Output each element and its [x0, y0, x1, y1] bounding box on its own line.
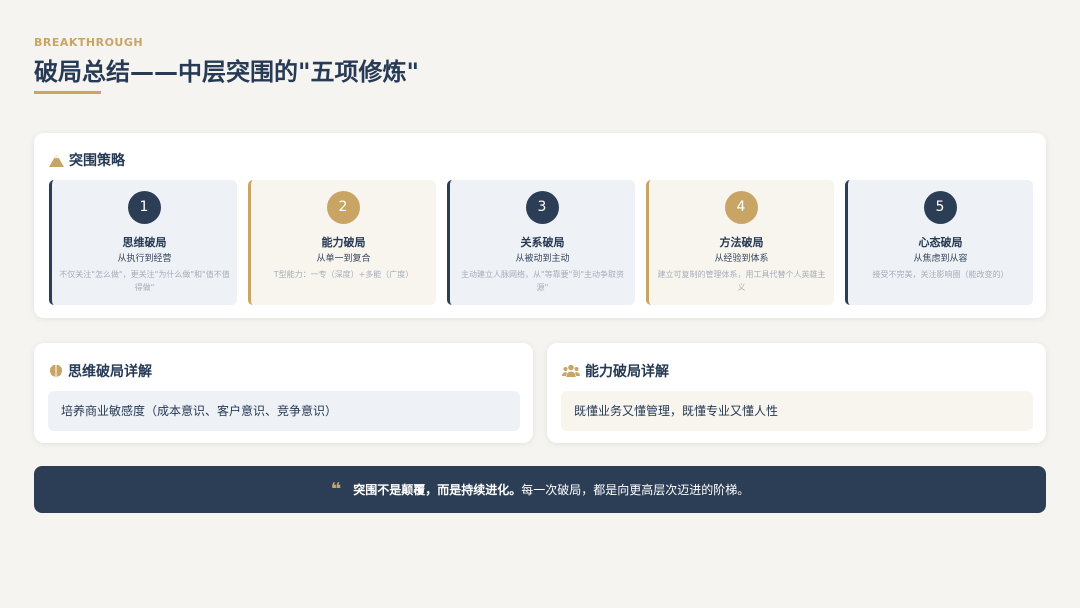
- thinking-detail-title: 思维破局详解: [68, 364, 152, 380]
- ability-detail-card: 能力破局详解 既懂业务又懂管理，既懂专业又懂人性: [547, 343, 1046, 443]
- pillar-number: 4: [724, 191, 758, 224]
- pillar-subtitle: 从被动到主动: [515, 254, 570, 264]
- pillar-row: 1 思维破局 从执行到经营 不仅关注"怎么做"，更关注"为什么做"和"值不值得做…: [49, 180, 1033, 305]
- pillar-method: 4 方法破局 从经验到体系 建立可复制的管理体系，用工具代替个人英雄主义: [646, 180, 834, 305]
- ability-detail-title: 能力破局详解: [585, 364, 669, 380]
- strategy-heading: 突围策略: [49, 150, 125, 170]
- mountain-icon: [49, 153, 64, 167]
- strategy-card: 突围策略 1 思维破局 从执行到经营 不仅关注"怎么做"，更关注"为什么做"和"…: [34, 133, 1046, 318]
- pillar-number: 5: [923, 191, 957, 224]
- pillar-subtitle: 从经验到体系: [714, 254, 769, 264]
- pillar-number: 2: [326, 191, 360, 224]
- eyebrow-label: BREAKTHROUGH: [34, 36, 144, 49]
- pillar-name: 方法破局: [719, 236, 764, 249]
- pillar-description: 不仅关注"怎么做"，更关注"为什么做"和"值不值得做": [59, 270, 230, 292]
- quote-icon: ❝: [330, 478, 342, 500]
- pillar-number: 1: [127, 191, 161, 224]
- strategy-title: 突围策略: [69, 153, 125, 169]
- pillar-subtitle: 从单一到复合: [316, 254, 371, 264]
- pillar-name: 能力破局: [321, 236, 366, 249]
- thinking-detail-heading: 思维破局详解: [49, 361, 152, 381]
- quote-emphasis: 突围不是颠覆，而是持续进化。: [353, 483, 522, 497]
- pillar-name: 关系破局: [520, 236, 565, 249]
- pillar-number: 3: [525, 191, 559, 224]
- ability-detail-heading: 能力破局详解: [562, 361, 669, 381]
- pillar-thinking: 1 思维破局 从执行到经营 不仅关注"怎么做"，更关注"为什么做"和"值不值得做…: [49, 180, 237, 305]
- pillar-ability: 2 能力破局 从单一到复合 T型能力：一专（深度）+多能（广度）: [248, 180, 436, 305]
- pillar-description: T型能力：一专（深度）+多能（广度）: [273, 270, 414, 279]
- pillar-description: 接受不完美，关注影响圈（能改变的）: [872, 270, 1009, 279]
- quote-banner: ❝ 突围不是颠覆，而是持续进化。 每一次破局，都是向更高层次迈进的阶梯。: [34, 466, 1046, 513]
- pillar-description: 主动建立人脉网络，从"等靠要"到"主动争取资源": [460, 270, 625, 292]
- pillar-name: 心态破局: [918, 236, 963, 249]
- ability-detail-content: 既懂业务又懂管理，既懂专业又懂人性: [561, 391, 1033, 431]
- pillar-name: 思维破局: [122, 236, 167, 249]
- pillar-subtitle: 从执行到经营: [117, 254, 172, 264]
- pillar-description: 建立可复制的管理体系，用工具代替个人英雄主义: [657, 270, 826, 292]
- pillar-mindset: 5 心态破局 从焦虑到从容 接受不完美，关注影响圈（能改变的）: [845, 180, 1033, 305]
- title-underline: [34, 91, 101, 94]
- pillar-subtitle: 从焦虑到从容: [913, 254, 968, 264]
- thinking-detail-content: 培养商业敏感度（成本意识、客户意识、竞争意识）: [48, 391, 520, 431]
- quote-text: 每一次破局，都是向更高层次迈进的阶梯。: [521, 483, 750, 497]
- users-icon: [562, 364, 580, 378]
- page-title: 破局总结——中层突围的"五项修炼": [34, 58, 420, 86]
- brain-icon: [49, 364, 63, 378]
- pillar-relationship: 3 关系破局 从被动到主动 主动建立人脉网络，从"等靠要"到"主动争取资源": [447, 180, 635, 305]
- thinking-detail-card: 思维破局详解 培养商业敏感度（成本意识、客户意识、竞争意识）: [34, 343, 533, 443]
